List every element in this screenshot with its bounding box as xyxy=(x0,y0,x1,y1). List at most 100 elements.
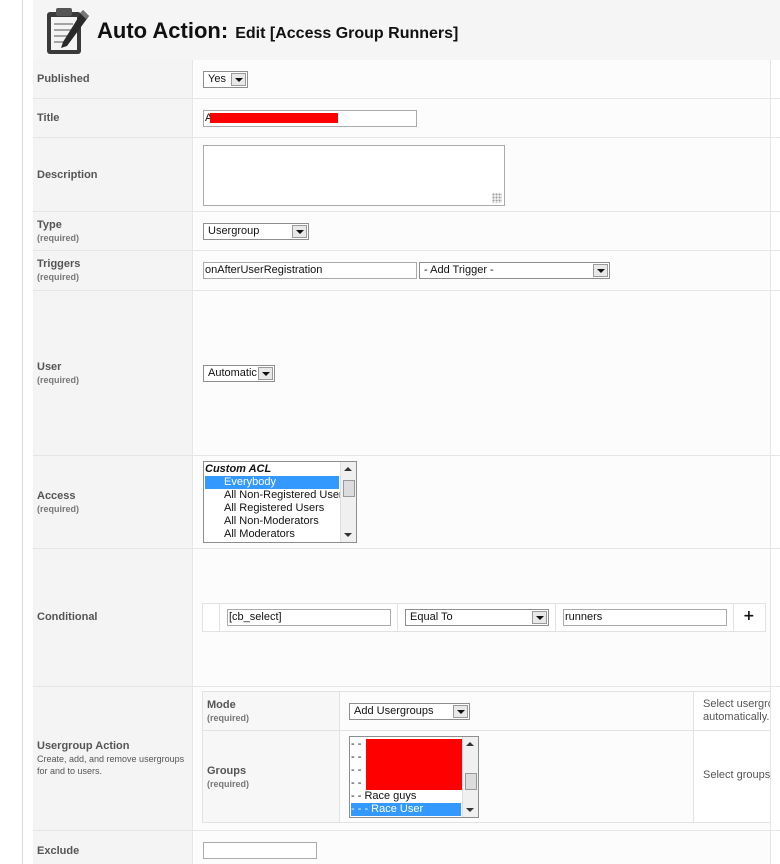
access-label-text: Access xyxy=(37,490,76,502)
user-required: (required) xyxy=(37,375,80,385)
condition-group: [cb_select] Equal To runners + xyxy=(202,603,766,632)
group-option-selected[interactable]: - - - Race User xyxy=(351,803,461,816)
groups-listbox[interactable]: - - - - - - - - - - Race guys - - - Race… xyxy=(349,736,479,818)
redaction-mark xyxy=(366,739,467,790)
published-row: Published Yes xyxy=(33,60,780,99)
access-label: Access (required) xyxy=(37,490,79,516)
access-required: (required) xyxy=(37,504,80,514)
triggers-required: (required) xyxy=(37,272,80,282)
scroll-thumb[interactable] xyxy=(465,773,477,790)
page-title-main: Auto Action: xyxy=(97,18,229,43)
access-option[interactable]: Everybody xyxy=(205,476,339,489)
user-row: User (required) Automatic xyxy=(33,291,780,456)
redaction-mark xyxy=(210,113,338,123)
usergroup-action-table: Mode (required) Add Usergroups Select us… xyxy=(202,691,771,823)
type-label: Type (required) xyxy=(37,219,79,245)
clipboard-pencil-icon xyxy=(47,8,89,54)
add-condition-button[interactable]: + xyxy=(743,608,755,624)
groups-label-text: Groups xyxy=(207,765,247,777)
condition-field-value: [cb_select] xyxy=(229,611,282,623)
groups-hint: Select groups to xyxy=(703,769,771,781)
groups-scrollbar[interactable] xyxy=(462,737,478,817)
condition-value: runners xyxy=(565,611,603,623)
user-value: Automatic xyxy=(208,367,257,379)
access-listbox[interactable]: Custom ACL Everybody All Non-Registered … xyxy=(203,461,357,543)
mode-hint: Select usergroup automatically. xyxy=(703,698,770,723)
triggers-row: Triggers (required) onAfterUserRegistrat… xyxy=(33,251,780,291)
page-title: Auto Action: Edit [Access Group Runners] xyxy=(97,18,458,44)
mode-select[interactable]: Add Usergroups xyxy=(349,703,470,720)
access-option[interactable]: All Moderators xyxy=(205,528,339,541)
triggers-label-text: Triggers xyxy=(37,258,81,270)
triggers-input[interactable]: onAfterUserRegistration xyxy=(203,262,417,279)
chevron-down-icon[interactable] xyxy=(258,367,273,380)
access-row: Access (required) Custom ACL Everybody A… xyxy=(33,456,780,549)
scroll-down-icon[interactable] xyxy=(344,533,352,537)
access-option[interactable]: All Registered Users xyxy=(205,502,339,515)
page-header: Auto Action: Edit [Access Group Runners] xyxy=(33,0,780,61)
usergroup-action-description: Create, add, and remove usergroups for a… xyxy=(37,754,185,776)
chevron-down-icon[interactable] xyxy=(593,264,608,277)
usergroup-action-label-text: Usergroup Action xyxy=(37,740,130,752)
scroll-thumb[interactable] xyxy=(343,480,355,497)
groups-row: Groups (required) - - - - - - - - - - Ra… xyxy=(203,731,771,822)
mode-row: Mode (required) Add Usergroups Select us… xyxy=(203,692,770,731)
published-value: Yes xyxy=(208,73,226,85)
exclude-input[interactable] xyxy=(203,842,317,859)
access-option-group: Custom ACL xyxy=(205,463,272,475)
scroll-up-icon[interactable] xyxy=(344,467,352,471)
description-label: Description xyxy=(37,169,98,181)
type-label-text: Type xyxy=(37,219,62,231)
type-required: (required) xyxy=(37,233,80,243)
mode-label-text: Mode xyxy=(207,699,236,711)
access-option-label: All Non-Moderators xyxy=(224,515,319,527)
type-row: Type (required) Usergroup xyxy=(33,212,780,251)
usergroup-action-label: Usergroup Action Create, add, and remove… xyxy=(37,740,192,777)
auto-action-form: Published Yes Title A Description Type (… xyxy=(33,60,780,864)
groups-label: Groups (required) xyxy=(207,765,249,791)
type-value: Usergroup xyxy=(208,225,260,237)
access-option-label: All Non-Registered Users xyxy=(224,489,349,501)
condition-value-input[interactable]: runners xyxy=(563,609,727,626)
condition-operator-value: Equal To xyxy=(410,611,453,623)
chevron-down-icon[interactable] xyxy=(292,225,307,238)
exclude-label: Exclude xyxy=(37,845,80,857)
access-option[interactable]: All Non-Registered Users xyxy=(205,489,348,502)
published-select[interactable]: Yes xyxy=(203,71,248,88)
access-scrollbar[interactable] xyxy=(340,462,356,542)
exclude-row: Exclude xyxy=(33,831,780,864)
mode-label: Mode (required) xyxy=(207,699,249,725)
chevron-down-icon[interactable] xyxy=(231,73,246,86)
description-textarea[interactable] xyxy=(203,145,505,206)
published-label: Published xyxy=(37,73,90,85)
add-trigger-select[interactable]: - Add Trigger - xyxy=(419,262,610,279)
condition-field-input[interactable]: [cb_select] xyxy=(227,609,391,626)
condition-operator-select[interactable]: Equal To xyxy=(405,609,549,626)
access-option[interactable]: All Non-Moderators xyxy=(205,515,339,528)
triggers-label: Triggers (required) xyxy=(37,258,80,284)
chevron-down-icon[interactable] xyxy=(532,611,547,624)
conditional-row: Conditional [cb_select] Equal To runners xyxy=(33,549,780,687)
scroll-down-icon[interactable] xyxy=(466,808,474,812)
chevron-down-icon[interactable] xyxy=(453,705,468,718)
left-rail xyxy=(0,0,23,864)
title-label: Title xyxy=(37,112,60,124)
user-label: User (required) xyxy=(37,361,79,387)
description-row: Description xyxy=(33,138,780,212)
scroll-up-icon[interactable] xyxy=(466,742,474,746)
group-option[interactable]: - - Race guys xyxy=(351,790,461,803)
triggers-value: onAfterUserRegistration xyxy=(205,264,323,276)
mode-required: (required) xyxy=(207,713,250,723)
groups-required: (required) xyxy=(207,779,250,789)
user-select[interactable]: Automatic xyxy=(203,365,275,382)
access-option-label: Everybody xyxy=(224,476,276,488)
title-row: Title A xyxy=(33,99,780,138)
edit-auto-action-page: Auto Action: Edit [Access Group Runners]… xyxy=(0,0,780,864)
access-option-label: All Registered Users xyxy=(224,502,325,514)
page-title-subtitle: Edit [Access Group Runners] xyxy=(235,25,459,42)
type-select[interactable]: Usergroup xyxy=(203,223,309,240)
user-label-text: User xyxy=(37,361,62,373)
access-option-label: All Moderators xyxy=(224,528,295,540)
usergroup-action-row: Usergroup Action Create, add, and remove… xyxy=(33,687,780,831)
resize-grip-icon[interactable] xyxy=(492,193,502,203)
